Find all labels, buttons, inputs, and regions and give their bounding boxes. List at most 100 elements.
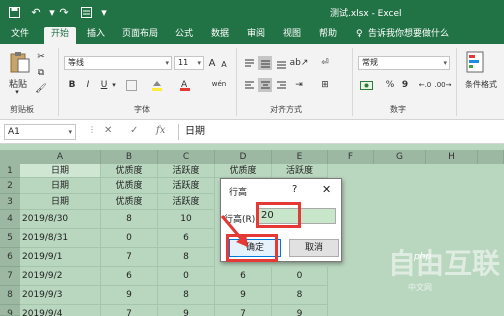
save-icon[interactable] xyxy=(6,4,22,20)
cell-b1[interactable]: 优质度 xyxy=(101,164,158,178)
comma-style-button[interactable]: 9 xyxy=(400,78,410,92)
cell-b8[interactable]: 9 xyxy=(101,286,158,305)
cell-c9[interactable]: 9 xyxy=(158,305,215,316)
column-header-i[interactable] xyxy=(478,150,504,164)
tab-view[interactable]: 视图 xyxy=(278,27,306,44)
tell-me-search[interactable]: 告诉我你想要做什么 xyxy=(368,27,488,44)
column-header-g[interactable]: G xyxy=(374,150,426,164)
cell-b2[interactable]: 优质度 xyxy=(101,178,158,194)
tab-page-layout[interactable]: 页面布局 xyxy=(118,27,162,44)
wrap-text-icon[interactable]: ⏎ xyxy=(318,56,332,70)
name-box[interactable]: A1 ▾ xyxy=(4,124,76,140)
lightbulb-icon[interactable]: ♀ xyxy=(356,27,363,44)
number-format-combo[interactable]: 常规 ▾ xyxy=(358,56,450,70)
chevron-down-icon[interactable]: ▾ xyxy=(165,57,169,69)
currency-icon[interactable] xyxy=(358,78,376,92)
cell-b5[interactable]: 0 xyxy=(101,229,158,248)
cell-c2[interactable]: 活跃度 xyxy=(158,178,215,194)
form-icon[interactable] xyxy=(78,4,94,20)
cell-d7[interactable]: 6 xyxy=(215,267,272,286)
cell-c4[interactable]: 10 xyxy=(158,210,215,229)
cell-b4[interactable]: 8 xyxy=(101,210,158,229)
phonetic-guide-button[interactable]: wén xyxy=(208,76,230,92)
cell-e7[interactable]: 0 xyxy=(272,267,328,286)
align-right-icon[interactable] xyxy=(274,78,288,92)
cancel-button[interactable]: 取消 xyxy=(289,239,339,257)
cell-a4[interactable]: 2019/8/30 xyxy=(20,210,101,229)
column-header-b[interactable]: B xyxy=(101,150,158,164)
cell-c1[interactable]: 活跃度 xyxy=(158,164,215,178)
align-top-icon[interactable] xyxy=(242,56,256,70)
column-header-c[interactable]: C xyxy=(158,150,215,164)
cell-d1[interactable]: 优质度 xyxy=(215,164,272,178)
column-header-a[interactable]: A xyxy=(20,150,101,164)
cell-c8[interactable]: 8 xyxy=(158,286,215,305)
column-header-h[interactable]: H xyxy=(426,150,478,164)
cell-a3[interactable]: 日期 xyxy=(20,194,101,210)
conditional-format-icon[interactable] xyxy=(464,50,488,74)
cell-e9[interactable]: 9 xyxy=(272,305,328,316)
font-color-icon[interactable]: A xyxy=(178,78,192,92)
tab-file[interactable]: 文件 xyxy=(6,27,34,44)
row-header-3[interactable]: 3 xyxy=(0,194,20,210)
cell-b9[interactable]: 7 xyxy=(101,305,158,316)
cell-e8[interactable]: 8 xyxy=(272,286,328,305)
row-header-2[interactable]: 2 xyxy=(0,178,20,194)
grow-font-button[interactable]: A xyxy=(206,56,218,70)
font-size-combo[interactable]: 11 ▾ xyxy=(174,56,204,70)
tab-insert[interactable]: 插入 xyxy=(82,27,110,44)
cell-a8[interactable]: 2019/9/3 xyxy=(20,286,101,305)
italic-button[interactable]: I xyxy=(82,78,94,92)
row-header-6[interactable]: 6 xyxy=(0,248,20,267)
cell-a2[interactable]: 日期 xyxy=(20,178,101,194)
row-header-7[interactable]: 7 xyxy=(0,267,20,286)
row-header-8[interactable]: 8 xyxy=(0,286,20,305)
cell-d8[interactable]: 9 xyxy=(215,286,272,305)
orientation-icon[interactable]: ab↗ xyxy=(290,56,309,70)
decrease-decimal-icon[interactable]: .00→ xyxy=(435,78,452,92)
close-button[interactable]: ✕ xyxy=(322,183,331,196)
column-header-e[interactable]: E xyxy=(272,150,328,164)
indent-icon[interactable]: ⇥ xyxy=(292,78,306,92)
tab-home[interactable]: 开始 xyxy=(44,27,76,44)
chevron-down-icon[interactable]: ▾ xyxy=(110,78,118,92)
undo-icon[interactable]: ↶ xyxy=(28,4,44,20)
cell-e1[interactable]: 活跃度 xyxy=(272,164,328,178)
cell-a9[interactable]: 2019/9/4 xyxy=(20,305,101,316)
cell-a1[interactable]: 日期 xyxy=(20,164,101,178)
cut-icon[interactable]: ✂ xyxy=(34,50,48,64)
borders-icon[interactable] xyxy=(124,78,138,92)
column-header-f[interactable]: F xyxy=(328,150,374,164)
shrink-font-button[interactable]: A xyxy=(219,58,229,70)
tab-data[interactable]: 数据 xyxy=(206,27,234,44)
row-header-1[interactable]: 1 xyxy=(0,164,20,178)
insert-function-icon[interactable]: fx xyxy=(156,125,165,136)
percent-button[interactable]: % xyxy=(384,78,396,92)
tab-review[interactable]: 审阅 xyxy=(242,27,270,44)
conditional-format-button[interactable]: 条件格式 xyxy=(458,78,504,90)
help-button[interactable]: ? xyxy=(292,184,297,195)
cell-a7[interactable]: 2019/9/2 xyxy=(20,267,101,286)
select-all-corner[interactable] xyxy=(0,150,20,164)
paste-icon[interactable] xyxy=(8,50,32,74)
cell-d9[interactable]: 7 xyxy=(215,305,272,316)
row-header-5[interactable]: 5 xyxy=(0,229,20,248)
cell-c3[interactable]: 活跃度 xyxy=(158,194,215,210)
cell-a6[interactable]: 2019/9/1 xyxy=(20,248,101,267)
tab-help[interactable]: 帮助 xyxy=(314,27,342,44)
copy-icon[interactable]: ⧉ xyxy=(34,66,48,80)
align-bottom-icon[interactable] xyxy=(274,56,288,70)
cell-b3[interactable]: 优质度 xyxy=(101,194,158,210)
chevron-down-icon[interactable]: ▾ xyxy=(10,88,24,96)
chevron-down-icon[interactable]: ▾ xyxy=(197,57,201,69)
font-name-combo[interactable]: 等线 ▾ xyxy=(64,56,172,70)
cell-c5[interactable]: 6 xyxy=(158,229,215,248)
increase-decimal-icon[interactable]: ←.0 xyxy=(418,78,432,92)
align-center-icon[interactable] xyxy=(258,78,272,92)
align-middle-icon[interactable] xyxy=(258,56,272,70)
tab-formulas[interactable]: 公式 xyxy=(170,27,198,44)
merge-center-icon[interactable]: ⊞ xyxy=(318,78,332,92)
cell-a5[interactable]: 2019/8/31 xyxy=(20,229,101,248)
chevron-down-icon[interactable]: ▾ xyxy=(68,125,72,139)
column-header-d[interactable]: D xyxy=(215,150,272,164)
